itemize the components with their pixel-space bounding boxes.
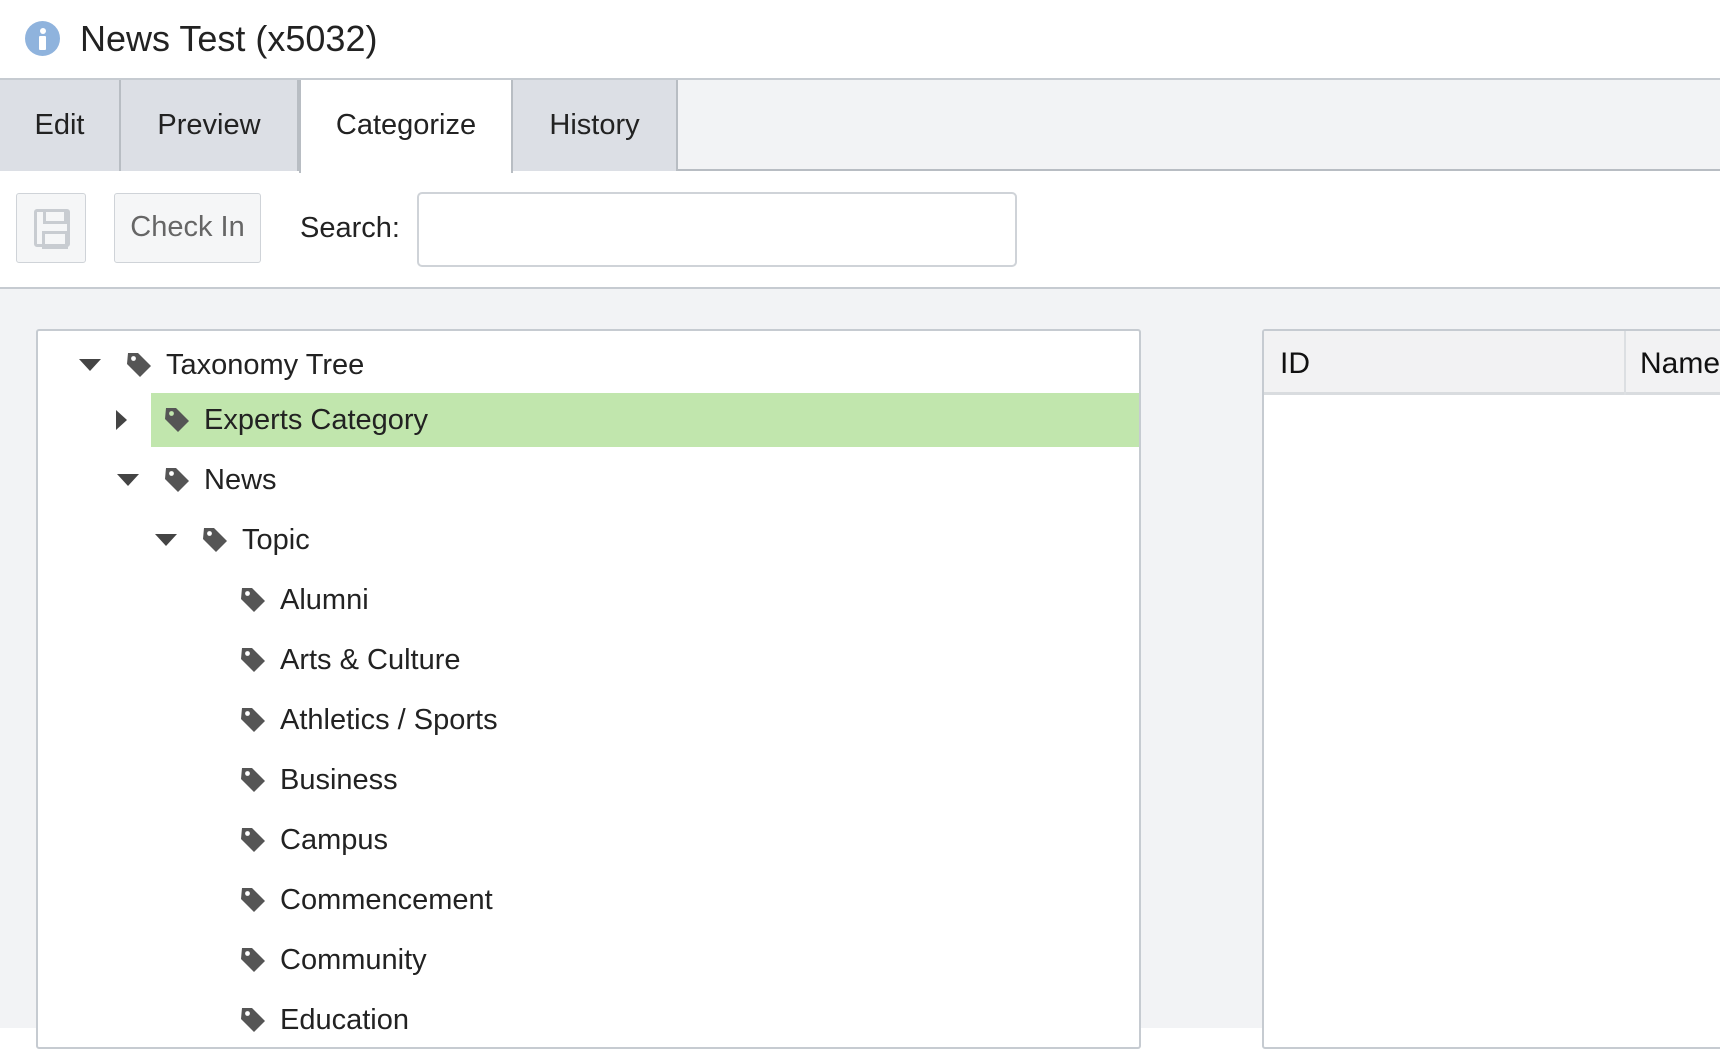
tab-preview[interactable]: Preview (121, 80, 299, 171)
expand-caret-icon[interactable] (117, 474, 139, 486)
tree-node-campus[interactable]: Campus (38, 813, 1139, 867)
tag-icon (203, 528, 227, 552)
tree-node-label: Taxonomy Tree (166, 349, 365, 381)
workspace: Taxonomy Tree Experts Category News Topi… (0, 289, 1720, 1049)
check-in-button[interactable]: Check In (114, 193, 261, 263)
tag-icon (241, 888, 265, 912)
tree-node-community[interactable]: Community (38, 933, 1139, 987)
tag-icon (241, 708, 265, 732)
tree-node-label: Alumni (280, 584, 369, 616)
grid-header: ID Name (1264, 331, 1720, 395)
page-title: News Test (x5032) (80, 18, 378, 59)
expand-caret-icon[interactable] (155, 534, 177, 546)
tree-node-athletics-sports[interactable]: Athletics / Sports (38, 693, 1139, 747)
save-button[interactable] (16, 193, 86, 263)
tag-icon (127, 353, 151, 377)
tag-icon (241, 1008, 265, 1032)
taxonomy-tree-panel: Taxonomy Tree Experts Category News Topi… (36, 329, 1141, 1049)
tree-node-label: News (204, 464, 277, 496)
title-bar: News Test (x5032) (0, 0, 1720, 80)
tree-node-news[interactable]: News (38, 453, 1139, 507)
tab-history[interactable]: History (513, 80, 678, 171)
tree-node-label: Business (280, 764, 398, 796)
tree-node-label: Experts Category (204, 404, 429, 436)
tree-node-alumni[interactable]: Alumni (38, 573, 1139, 627)
tree-node-label: Athletics / Sports (280, 704, 498, 736)
tag-icon (165, 408, 189, 432)
tab-bar: Edit Preview Categorize History (0, 80, 1720, 173)
tree-node-label: Commencement (280, 884, 493, 916)
floppy-disk-icon (34, 209, 70, 249)
tag-icon (241, 648, 265, 672)
column-header-id[interactable]: ID (1280, 347, 1310, 381)
tag-icon (241, 828, 265, 852)
tree-node-arts-culture[interactable]: Arts & Culture (38, 633, 1139, 687)
tree-node-business[interactable]: Business (38, 753, 1139, 807)
tree-node-label: Education (280, 1004, 409, 1036)
tree-node-label: Arts & Culture (280, 644, 461, 676)
tree-node-label: Community (280, 944, 427, 976)
column-divider[interactable] (1624, 331, 1626, 395)
tree-node-experts-category[interactable]: Experts Category (38, 393, 1139, 447)
search-input[interactable] (417, 192, 1017, 267)
toolbar: Check In Search: (0, 171, 1720, 289)
tree-node-commencement[interactable]: Commencement (38, 873, 1139, 927)
expand-caret-icon[interactable] (116, 410, 127, 430)
tag-icon (241, 768, 265, 792)
tab-categorize[interactable]: Categorize (299, 80, 513, 173)
tag-icon (241, 948, 265, 972)
column-header-name[interactable]: Name (1640, 347, 1720, 381)
tree-node-label: Topic (242, 524, 310, 556)
tag-icon (165, 468, 189, 492)
tree-node-label: Campus (280, 824, 388, 856)
tab-edit[interactable]: Edit (0, 80, 121, 171)
search-label: Search: (300, 212, 400, 244)
tag-icon (241, 588, 265, 612)
info-icon[interactable] (25, 21, 60, 56)
tree-node-taxonomy-tree[interactable]: Taxonomy Tree (38, 338, 1139, 392)
tree-node-topic[interactable]: Topic (38, 513, 1139, 567)
tree-node-education[interactable]: Education (38, 993, 1139, 1047)
expand-caret-icon[interactable] (79, 359, 101, 371)
assigned-categories-grid: ID Name (1262, 329, 1720, 1049)
